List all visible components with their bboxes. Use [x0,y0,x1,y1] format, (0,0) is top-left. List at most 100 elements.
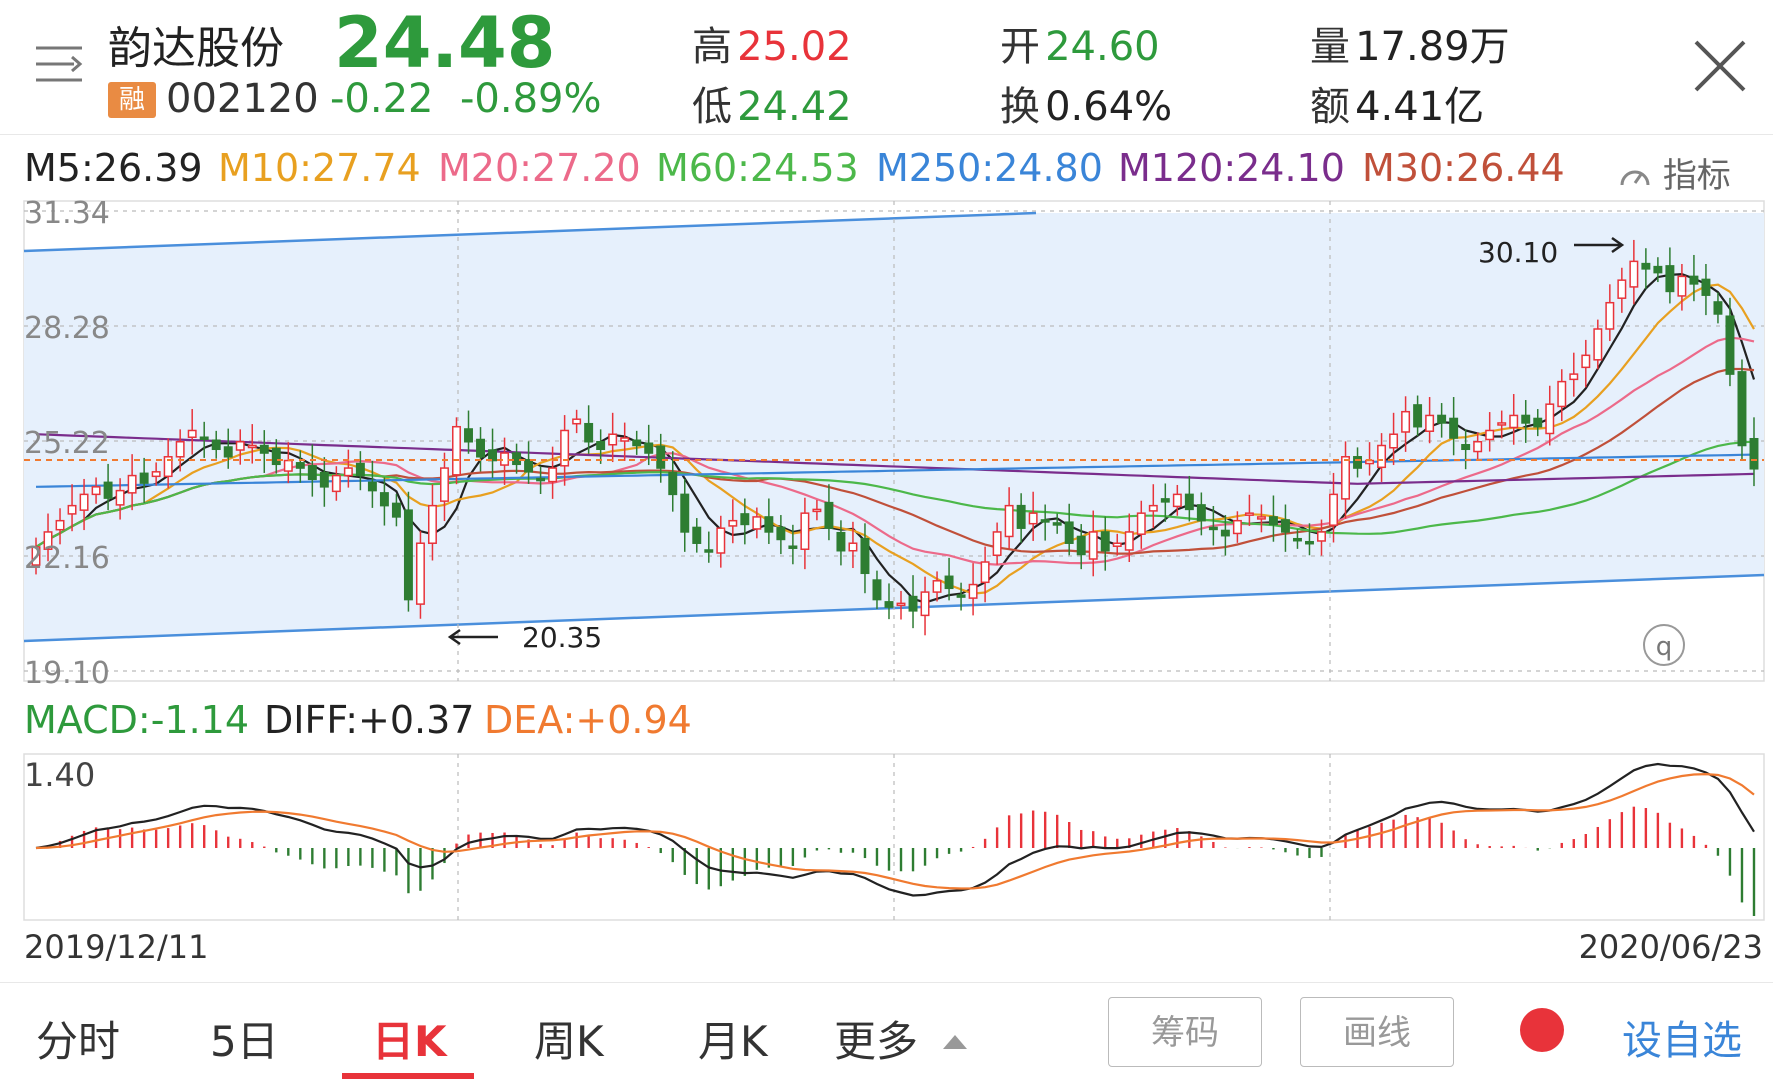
candle-body [187,429,197,438]
indicator-button[interactable]: 指标 [1618,148,1731,197]
candle-body [1725,315,1735,375]
candle-body [259,444,269,454]
tab-intraday[interactable]: 分时 [36,1008,120,1069]
record-dot-icon[interactable] [1520,1008,1564,1052]
candle-body [848,542,858,552]
candle-body [1004,504,1014,538]
tab-monthly-k[interactable]: 月K [698,1008,768,1069]
candle-body [896,602,906,607]
candle-body [1256,516,1266,520]
candle-body [536,477,546,482]
draw-line-button[interactable]: 画线 [1300,997,1454,1067]
candle-body [1220,529,1230,537]
price-tick-label: 25.22 [24,426,110,461]
price-tick-label: 28.28 [24,311,110,346]
stat-label: 额 [1310,84,1350,130]
stock-code: 002120 [166,76,319,122]
candle-body [1425,414,1435,432]
candle-body [764,516,774,533]
candle-body [1160,498,1170,503]
stat-label: 高 [692,24,732,70]
candle-body [1641,262,1651,270]
header-divider [0,134,1773,135]
ma-legend-m20: M20:27.20 [438,146,641,190]
candle-body [704,549,714,553]
chip-distribution-button[interactable]: 筹码 [1108,997,1262,1067]
price-change-pct: -0.89% [460,76,602,122]
ma-legend-m5: M5:26.39 [24,146,203,190]
stat-value: 17.89万 [1355,24,1510,70]
price-change: -0.22 [330,76,434,122]
stat-label: 换 [1000,84,1040,130]
menu-icon[interactable] [34,40,84,88]
candle-body [271,447,281,466]
stat-high: 高 25.02 [692,14,852,72]
ma-legend-m250: M250:24.80 [876,146,1103,190]
candle-body [115,489,125,506]
candle-body [776,526,786,541]
candle-body [1341,456,1350,500]
candle-body [1461,444,1471,451]
candle-body [1076,535,1086,556]
current-price: 24.48 [334,2,556,84]
stat-open: 开 24.60 [1000,14,1160,72]
candle-body [355,462,365,477]
candle-body [512,452,522,466]
candle-body [1629,260,1639,288]
candle-body [752,516,762,530]
candle-body [440,467,449,502]
candle-body [476,438,485,458]
candle-body [860,537,870,575]
candle-body [452,425,461,476]
stat-volume: 量 17.89万 [1310,14,1510,72]
candle-body [79,493,89,511]
q-badge[interactable]: q [1643,624,1685,666]
indicator-label: 指标 [1662,156,1731,196]
close-icon[interactable] [1690,36,1750,96]
tab-more[interactable]: 更多 [834,1008,969,1069]
stock-name: 韵达股份 [108,23,284,74]
candle-body [235,441,245,451]
candle-body [692,526,702,544]
candle-body [331,474,341,493]
candle-body [55,519,65,531]
candle-body [872,579,882,601]
candle-body [836,531,846,552]
candle-body [1389,433,1399,449]
ma-legend-m120: M120:24.10 [1118,146,1345,190]
macd-chart[interactable]: 1.40 [0,748,1773,928]
tab-weekly-k[interactable]: 周K [534,1008,604,1069]
candle-body [920,591,930,617]
add-watchlist-button[interactable]: 设自选 [1622,1008,1742,1066]
candle-body [1605,301,1615,330]
stat-value: 24.42 [737,84,852,130]
candle-body [1353,456,1363,469]
kline-chart[interactable]: 30.10 20.35 q 31.34 28.28 25.22 22.16 19.10 [0,195,1773,690]
date-end: 2020/06/23 [1578,928,1763,966]
low-label: 20.35 [522,621,602,654]
price-tick-label: 31.34 [24,196,110,231]
stat-low: 低 24.42 [692,74,852,132]
candle-body [908,595,918,612]
candle-body [1196,504,1206,522]
candle-body [644,442,654,454]
stat-amount: 额 4.41亿 [1310,74,1484,132]
candle-body [1184,493,1194,511]
candle-body [1052,522,1062,526]
candle-body [1713,301,1723,315]
candle-body [199,436,209,440]
candle-body [391,502,401,518]
candle-body [992,531,1002,556]
tab-daily-k[interactable]: 日K [372,1008,447,1069]
candle-body [1208,526,1218,531]
candle-body [1413,404,1423,428]
candle-body [932,580,942,593]
candle-body [1112,542,1122,547]
candle-body [1016,504,1026,529]
stat-label: 开 [1000,24,1040,70]
candle-body [812,508,822,513]
candle-body [127,474,137,494]
candle-body [151,471,161,478]
candle-body [680,493,690,533]
tab-5day[interactable]: 5日 [210,1008,279,1069]
